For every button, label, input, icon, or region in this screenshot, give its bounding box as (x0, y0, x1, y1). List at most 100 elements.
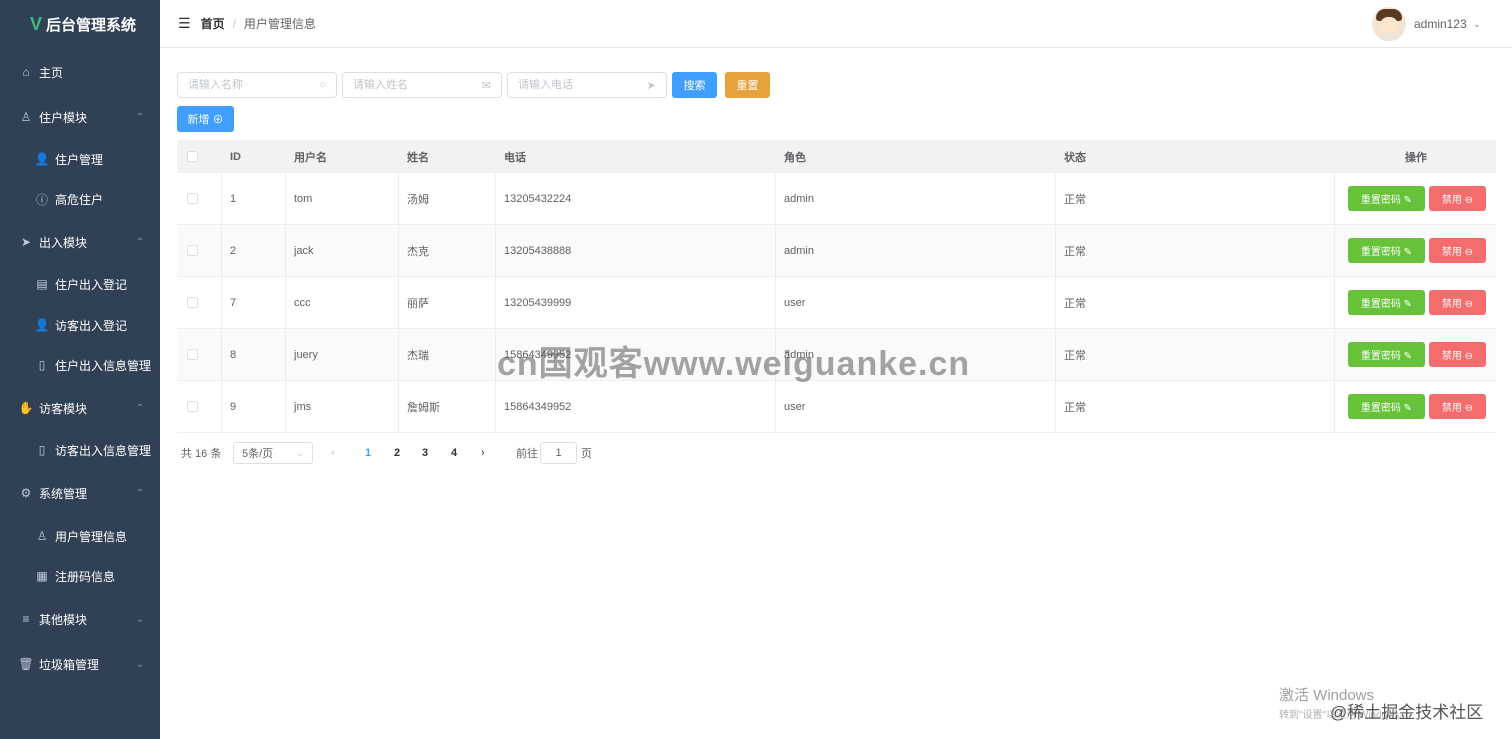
user-icon: ♙ (36, 529, 48, 543)
avatar[interactable] (1372, 7, 1406, 41)
cell-username: tom (294, 192, 313, 205)
cell-status: 正常 (1064, 349, 1086, 362)
realname-search-field[interactable]: ✉ (342, 72, 502, 98)
name-search-field[interactable]: ○ (177, 72, 337, 98)
chevron-up-icon: ⌃ (135, 402, 144, 414)
sidebar-item[interactable]: ▤ 住户出入登记 (0, 264, 160, 304)
trash-icon: 🗑 (18, 657, 34, 671)
reset-password-button[interactable]: 重置密码 ✎ (1348, 290, 1425, 315)
hamburger-icon[interactable]: ☰ (178, 15, 191, 32)
sidebar-item[interactable]: ▯ 住户出入信息管理 (0, 345, 160, 385)
sidebar-item-label: 用户管理信息 (55, 529, 128, 544)
pagination-total: 共 16 条 (181, 448, 222, 460)
row-checkbox[interactable] (187, 245, 198, 256)
sidebar-item[interactable]: 👤 住户管理 (0, 139, 160, 179)
sidebar-item[interactable]: ≡ 其他模块 ⌄ (0, 599, 160, 639)
goto-prefix: 前往 (516, 448, 538, 460)
chevron-up-icon: ⌃ (135, 236, 144, 248)
name-search-input[interactable] (188, 79, 320, 91)
hand-icon: ✋ (18, 401, 34, 415)
search-button[interactable]: 搜索 (672, 72, 717, 98)
column-header-role: 角色 (784, 151, 806, 164)
user-table: ID 用户名 姓名 电话 角色 状态 操作 1 tom 汤姆 13205432224 a… (177, 140, 1496, 433)
info-circle-icon: ⓘ (35, 192, 48, 207)
sidebar-item[interactable]: 👤 访客出入登记 (0, 305, 160, 345)
page-size-select[interactable]: 5条/页 ⌄ (233, 442, 313, 464)
person-icon: 👤 (34, 318, 50, 332)
sidebar-item[interactable]: ▦ 注册码信息 (0, 556, 160, 596)
page-number-3[interactable]: 3 (415, 442, 435, 464)
reset-password-button[interactable]: 重置密码 ✎ (1348, 238, 1425, 263)
select-all-checkbox[interactable] (187, 151, 198, 162)
cell-username: ccc (294, 296, 311, 309)
menu-icon: ≡ (22, 612, 30, 626)
table-row: 9 jms 詹姆斯 15864349952 user 正常 重置密码 ✎ 禁用 ⊖ (177, 381, 1496, 433)
row-select-cell (187, 277, 198, 328)
cell-id: 2 (230, 244, 237, 257)
send-icon: ➤ (646, 79, 656, 92)
page-number-2[interactable]: 2 (387, 442, 407, 464)
chevron-down-icon: ⌄ (135, 658, 144, 670)
disable-button[interactable]: 禁用 ⊖ (1429, 290, 1486, 315)
reset-password-button[interactable]: 重置密码 ✎ (1348, 342, 1425, 367)
sidebar-item-label: 出入模块 (39, 235, 88, 250)
chevron-down-icon[interactable]: ⌄ (1473, 19, 1481, 30)
reset-password-button[interactable]: 重置密码 ✎ (1348, 394, 1425, 419)
table-row: 2 jack 杰克 13205438888 admin 正常 重置密码 ✎ 禁用 ⊖ (177, 225, 1496, 277)
phone-search-field[interactable]: ➤ (507, 72, 667, 98)
phone-search-input[interactable] (518, 79, 647, 91)
row-checkbox[interactable] (187, 193, 198, 204)
sidebar-item-label: 访客出入登记 (55, 318, 128, 333)
sidebar-item[interactable]: ✋ 访客模块 ⌃ (0, 388, 160, 428)
add-button[interactable]: 新增 ⊕ (177, 106, 234, 132)
cell-phone: 13205438888 (504, 244, 572, 257)
cell-status: 正常 (1064, 193, 1086, 206)
app-logo[interactable]: V 后台管理系统 (0, 0, 160, 48)
reset-button[interactable]: 重置 (725, 72, 770, 98)
goto-page-input[interactable]: 1 (540, 442, 577, 464)
app-root: V 后台管理系统 ⌂ 主页 ♙ 住户模块 ⌃ 👤 住户管理 ⓘ 高危住户 ➤ 出入模块 ⌃ ▤ 住户出入登… (0, 0, 1512, 739)
row-checkbox[interactable] (187, 401, 198, 412)
grid-icon: ▦ (36, 569, 48, 583)
row-select-cell (187, 173, 198, 224)
page-number-1[interactable]: 1 (358, 442, 378, 464)
disable-button[interactable]: 禁用 ⊖ (1429, 238, 1486, 263)
sidebar-item-label: 住户模块 (39, 110, 88, 125)
sidebar-item[interactable]: ♙ 用户管理信息 (0, 516, 160, 556)
sidebar-item-label: 系统管理 (39, 486, 88, 501)
breadcrumb-home[interactable]: 首页 (201, 15, 225, 32)
sidebar-item[interactable]: 🗑 垃圾箱管理 ⌄ (0, 644, 160, 684)
sidebar-item-label: 高危住户 (55, 192, 104, 207)
sidebar-item-label: 其他模块 (39, 612, 88, 627)
sidebar-item[interactable]: ▯ 访客出入信息管理 (0, 430, 160, 470)
user-menu[interactable]: admin123 ⌄ (1372, 6, 1512, 42)
gear-icon: ⚙ (20, 486, 32, 500)
disable-button[interactable]: 禁用 ⊖ (1429, 342, 1486, 367)
cell-role: user (784, 296, 806, 309)
cell-name: 汤姆 (407, 193, 429, 206)
cell-username: juery (294, 348, 318, 361)
cell-username: jms (294, 400, 312, 413)
row-checkbox[interactable] (187, 349, 198, 360)
reset-password-button[interactable]: 重置密码 ✎ (1348, 186, 1425, 211)
page-number-4[interactable]: 4 (444, 442, 464, 464)
disable-button[interactable]: 禁用 ⊖ (1429, 394, 1486, 419)
row-checkbox[interactable] (187, 297, 198, 308)
username[interactable]: admin123 (1414, 17, 1467, 31)
sidebar-item[interactable]: ⚙ 系统管理 ⌃ (0, 473, 160, 513)
disable-button[interactable]: 禁用 ⊖ (1429, 186, 1486, 211)
sidebar-item[interactable]: ➤ 出入模块 ⌃ (0, 222, 160, 262)
search-icon: ○ (319, 79, 326, 91)
sidebar-item[interactable]: ♙ 住户模块 ⌃ (0, 97, 160, 137)
cell-name: 詹姆斯 (407, 401, 440, 414)
sidebar-item-label: 垃圾箱管理 (39, 657, 100, 672)
sidebar-item[interactable]: ⌂ 主页 (0, 52, 160, 92)
sidebar-item[interactable]: ⓘ 高危住户 (0, 179, 160, 219)
next-page-icon[interactable]: › (481, 442, 485, 464)
cell-role: admin (784, 192, 814, 205)
prev-page-icon[interactable]: ‹ (331, 442, 335, 464)
document-icon: ▯ (38, 443, 46, 457)
realname-search-input[interactable] (353, 79, 482, 91)
chevron-down-icon: ⌄ (296, 447, 304, 458)
table-row: 1 tom 汤姆 13205432224 admin 正常 重置密码 ✎ 禁用 ⊖ (177, 173, 1496, 225)
